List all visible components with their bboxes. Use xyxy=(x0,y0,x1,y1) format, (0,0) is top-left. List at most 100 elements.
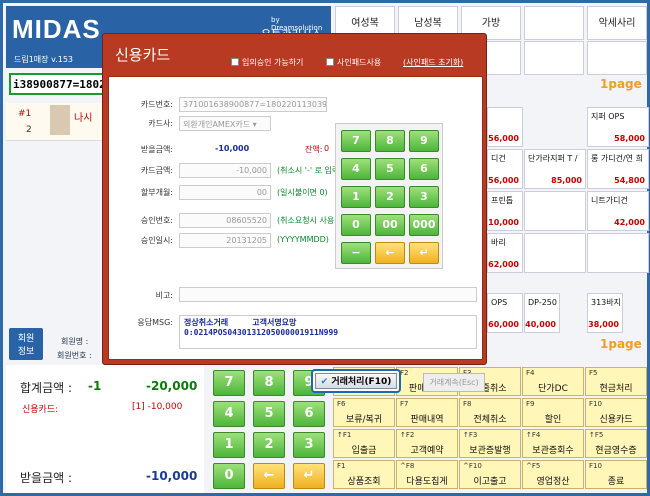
card-no-field[interactable]: 371001638900877=18022011303936588800 xyxy=(179,97,327,112)
fkey-label: 단가DC xyxy=(538,384,568,394)
product-button[interactable]: 단가라지퍼 T / 85,000 xyxy=(524,149,586,189)
function-key[interactable]: ↑F4 보관증회수 xyxy=(522,429,584,458)
product-button[interactable]: 56,000 xyxy=(487,107,523,147)
fkey-shortcut: ↑F3 xyxy=(463,431,478,439)
product-price: 62,000 xyxy=(488,260,519,269)
function-key[interactable]: ^F8 다용도칩게 xyxy=(396,460,458,489)
product-button[interactable]: 니트가디건 42,000 xyxy=(587,191,649,231)
option-label: 사인패드사용 xyxy=(337,58,382,67)
store-version: 드림1매장 v.153 xyxy=(14,55,73,64)
product-button[interactable]: 디건 56,000 xyxy=(487,149,523,189)
product-name: 프린톱 xyxy=(491,196,514,205)
dialog-key[interactable]: 5 xyxy=(375,158,405,180)
product-button[interactable]: 바리 62,000 xyxy=(487,233,523,273)
signpad-reset-link[interactable]: (사인패드 초기화) xyxy=(403,57,463,68)
dialog-key[interactable]: 4 xyxy=(341,158,371,180)
dialog-key[interactable]: 9 xyxy=(409,130,439,152)
keypad-key[interactable]: ↵ xyxy=(293,463,325,489)
function-key[interactable]: ↑F1 입출금 xyxy=(333,429,395,458)
approval-field[interactable]: 08605520 xyxy=(179,213,271,228)
function-key[interactable]: ↑F3 보관증발행 xyxy=(459,429,521,458)
dialog-key[interactable]: − xyxy=(341,242,371,264)
keypad-key[interactable]: ← xyxy=(253,463,285,489)
keypad-key[interactable]: 0 xyxy=(213,463,245,489)
category-tab[interactable] xyxy=(524,6,584,40)
product-button[interactable] xyxy=(524,233,586,273)
fkey-label: 보류/복귀 xyxy=(345,415,383,425)
keypad-key[interactable]: 8 xyxy=(253,370,285,396)
dialog-key[interactable]: 8 xyxy=(375,130,405,152)
card-label: 신용카드: xyxy=(22,405,59,415)
function-key[interactable]: ↑F5 현금영수증 xyxy=(585,429,647,458)
option-signpad[interactable]: 사인패드사용 xyxy=(326,57,381,68)
member-info-button[interactable]: 회원 정보 xyxy=(9,328,43,360)
dialog-key[interactable]: 0 xyxy=(341,214,371,236)
product-button[interactable]: 롱 가디건/연 희 54,800 xyxy=(587,149,649,189)
fkey-label: 입출금 xyxy=(351,446,377,456)
option-manual-approval[interactable]: 임의승인 가능하기 xyxy=(231,57,303,68)
dialog-key[interactable]: 000 xyxy=(409,214,439,236)
dialog-key[interactable]: 7 xyxy=(341,130,371,152)
memo-field[interactable] xyxy=(179,287,477,302)
page-indicator[interactable]: 1page xyxy=(600,77,642,91)
function-key[interactable]: F1 상품조회 xyxy=(333,460,395,489)
product-button[interactable]: OPS 60,000 xyxy=(487,293,523,333)
keypad-key[interactable]: 7 xyxy=(213,370,245,396)
continue-button[interactable]: 거래계속(Esc) xyxy=(423,373,485,392)
date-label: 승인일시: xyxy=(140,236,173,245)
product-name: 단가라지퍼 T / xyxy=(528,154,578,163)
page-indicator[interactable]: 1page xyxy=(600,337,642,351)
category-tab[interactable]: 악세사리 xyxy=(587,6,647,40)
function-key[interactable]: ^F10 이고출고 xyxy=(459,460,521,489)
keypad-key[interactable]: 2 xyxy=(253,432,285,458)
function-key[interactable]: ^F5 영업정산 xyxy=(522,460,584,489)
product-button[interactable]: 313바지 38,000 xyxy=(587,293,623,333)
function-key[interactable]: F6 보류/복귀 xyxy=(333,398,395,427)
dialog-key[interactable]: 6 xyxy=(409,158,439,180)
item-name: 나시 xyxy=(74,113,93,124)
function-key[interactable]: F7 판매내역 xyxy=(396,398,458,427)
function-key[interactable]: ↑F2 고객예약 xyxy=(396,429,458,458)
keypad-key[interactable]: 3 xyxy=(293,432,325,458)
dialog-key[interactable]: 00 xyxy=(375,214,405,236)
dialog-key[interactable]: ↵ xyxy=(409,242,439,264)
category-tab[interactable] xyxy=(524,41,584,75)
dialog-key[interactable]: ← xyxy=(375,242,405,264)
product-button[interactable]: DP-250 40,000 xyxy=(524,293,560,333)
product-button[interactable] xyxy=(587,233,649,273)
category-tab[interactable] xyxy=(587,41,647,75)
process-button[interactable]: ✔ 거래처리(F10) xyxy=(311,369,401,393)
keypad-key[interactable]: 6 xyxy=(293,401,325,427)
total-value: -20,000 xyxy=(146,379,198,393)
keypad-key[interactable]: 5 xyxy=(253,401,285,427)
function-key[interactable]: F5 현금처리 xyxy=(585,367,647,396)
approval-label: 승인번호: xyxy=(140,216,173,225)
barcode-input[interactable]: i38900877=18022 xyxy=(9,73,105,95)
installment-field[interactable]: 00 xyxy=(179,185,271,200)
fkey-shortcut: F6 xyxy=(337,400,346,408)
product-button[interactable]: 지퍼 OPS 58,000 xyxy=(587,107,649,147)
issuer-select[interactable]: 외환개인AMEX카드 ▾ xyxy=(179,116,271,131)
dialog-key[interactable]: 2 xyxy=(375,186,405,208)
function-key[interactable]: F9 할인 xyxy=(522,398,584,427)
product-button[interactable]: 프린톱 10,000 xyxy=(487,191,523,231)
fkey-label: 다용도칩게 xyxy=(406,477,448,487)
item-no: #1 xyxy=(18,109,32,119)
amount-field[interactable]: -10,000 xyxy=(179,163,271,178)
keypad-key[interactable]: 4 xyxy=(213,401,245,427)
date-field[interactable]: 20131205 xyxy=(179,233,271,248)
product-price: 10,000 xyxy=(488,218,519,227)
function-key[interactable]: F10 종료 xyxy=(585,460,647,489)
function-key[interactable]: F8 전체취소 xyxy=(459,398,521,427)
dialog-key[interactable]: 1 xyxy=(341,186,371,208)
received-label: 받을금액 : xyxy=(20,471,73,485)
fkey-shortcut: F8 xyxy=(463,400,472,408)
item-thumbnail xyxy=(50,105,70,135)
function-key[interactable]: F4 단가DC xyxy=(522,367,584,396)
function-key[interactable]: F10 신용카드 xyxy=(585,398,647,427)
product-button[interactable] xyxy=(524,191,586,231)
msg-line-2: 0:0214POS0430131205000001911N999 xyxy=(184,328,339,337)
keypad-key[interactable]: 1 xyxy=(213,432,245,458)
product-price: 40,000 xyxy=(525,320,556,329)
dialog-key[interactable]: 3 xyxy=(409,186,439,208)
